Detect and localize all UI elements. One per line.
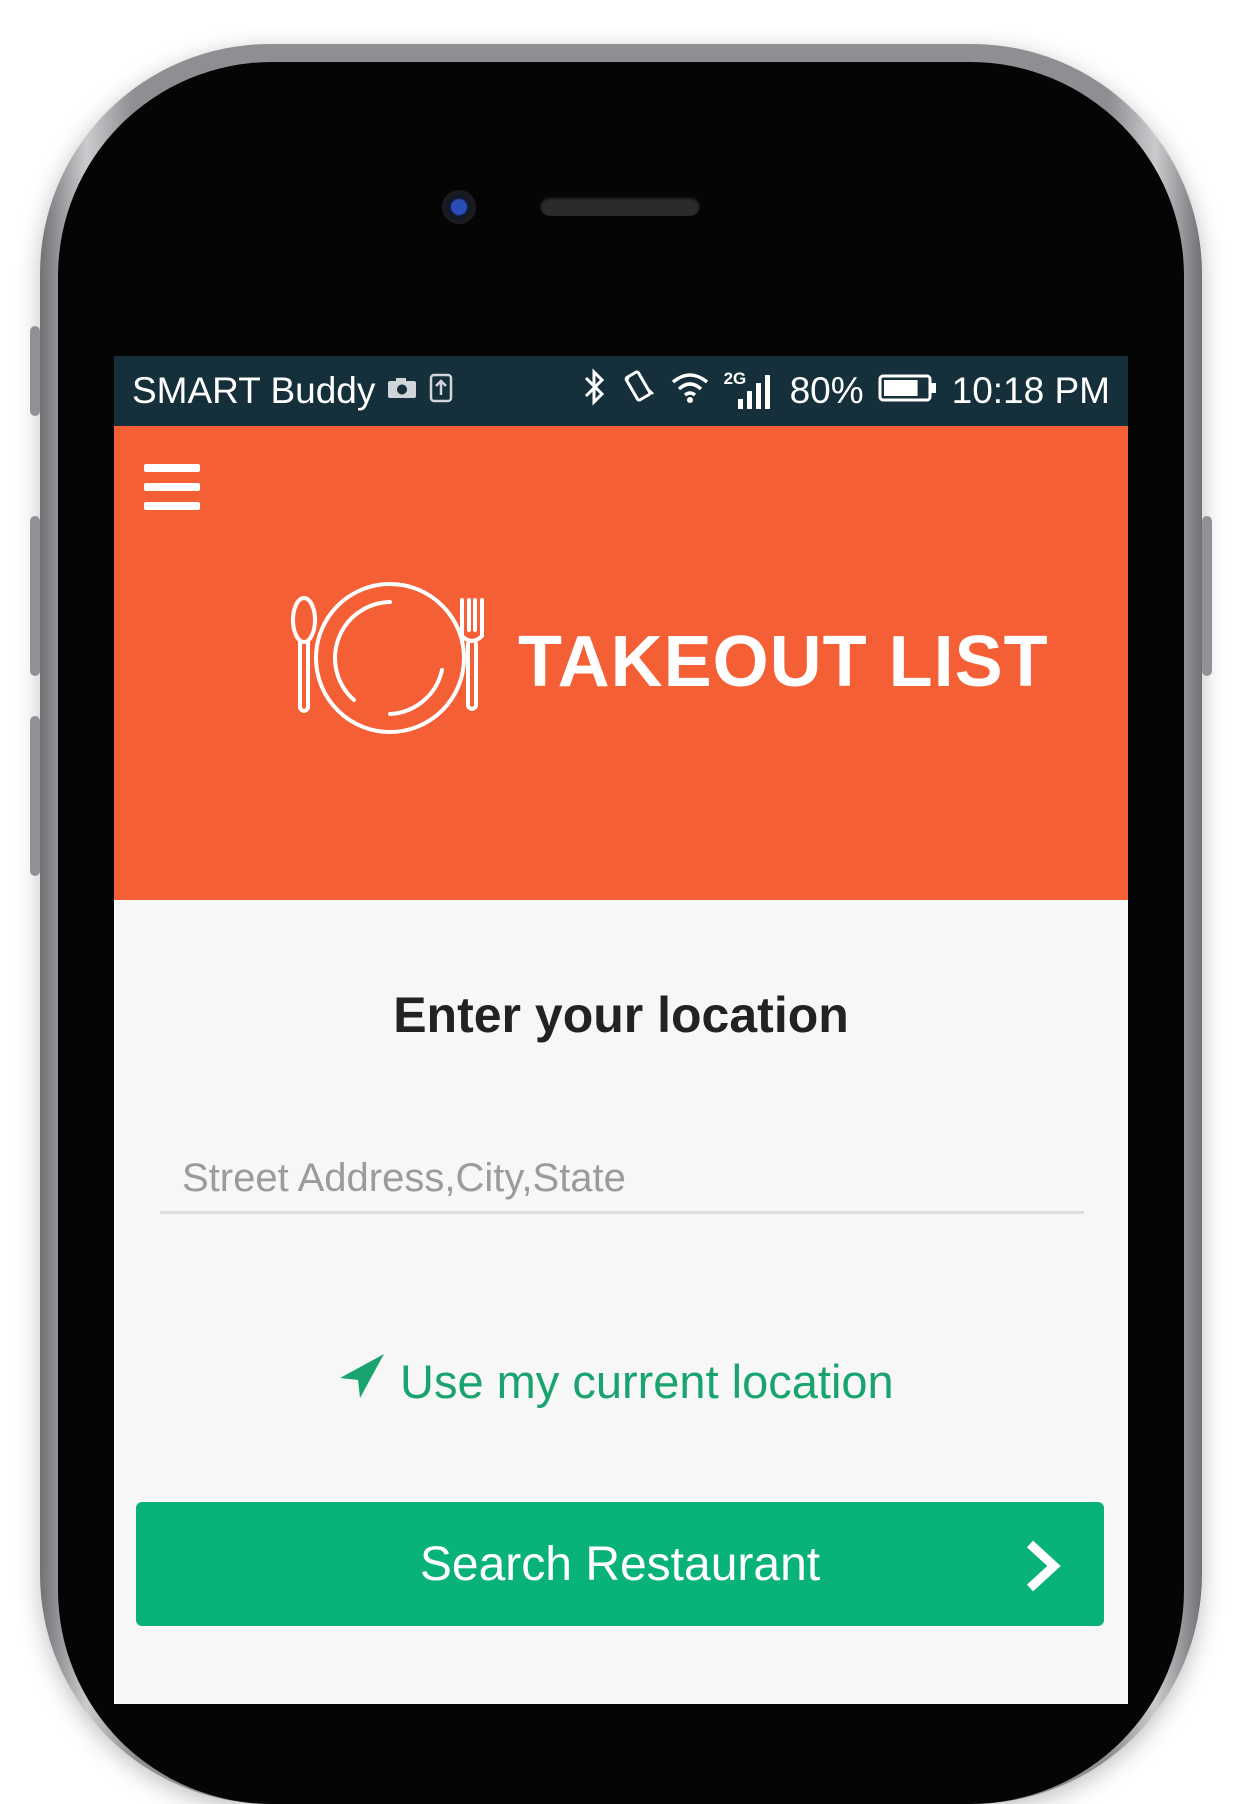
search-restaurant-label: Search Restaurant (419, 1537, 821, 1591)
location-heading: Enter your location (393, 987, 849, 1043)
battery-icon (878, 370, 938, 412)
hamburger-menu-icon[interactable] (144, 464, 200, 510)
earpiece-speaker (540, 196, 700, 216)
power-button (1202, 516, 1212, 676)
search-restaurant-button[interactable]: Search Restaurant (136, 1502, 1104, 1626)
wifi-icon (670, 370, 710, 413)
cell-signal-icon: 2G (724, 369, 776, 413)
upload-notification-icon (429, 373, 453, 410)
use-current-location-label: Use my current location (400, 1354, 894, 1408)
screenshot-notification-icon (387, 377, 417, 406)
plate-utensils-icon (290, 582, 490, 742)
address-input[interactable] (160, 1146, 1084, 1214)
battery-percent: 80% (789, 370, 864, 411)
vibrate-icon (622, 368, 656, 415)
clock: 10:18 PM (951, 370, 1110, 411)
bluetooth-icon (582, 367, 608, 415)
use-current-location-link[interactable]: Use my current location (336, 1346, 894, 1416)
chevron-right-icon (1022, 1538, 1062, 1606)
carrier-name: SMART Buddy (132, 370, 376, 411)
status-icons: 2G 80% 10:18 PM (582, 356, 1110, 426)
app-screen: SMART Buddy 2G 80% 10:18 PM TAKEOUT LIST… (114, 356, 1128, 1704)
status-bar: SMART Buddy 2G 80% 10:18 PM (114, 356, 1128, 426)
app-header: TAKEOUT LIST (114, 426, 1128, 900)
mute-switch (30, 326, 40, 416)
app-title: TAKEOUT LIST (518, 622, 1049, 702)
front-camera (442, 190, 476, 224)
volume-down-button (30, 716, 40, 876)
volume-up-button (30, 516, 40, 676)
navigation-arrow-icon (336, 1350, 400, 1413)
